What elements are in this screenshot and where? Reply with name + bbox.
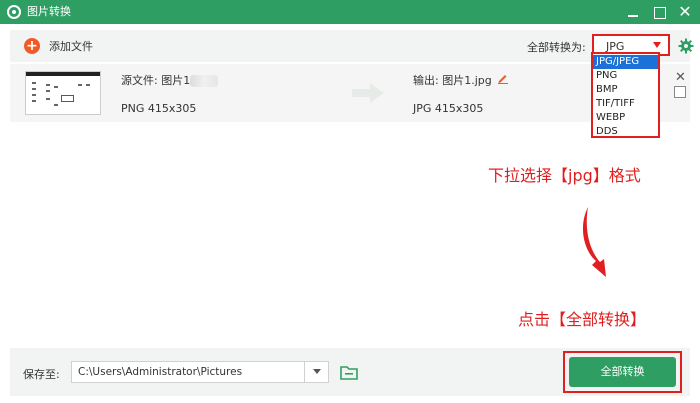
convert-all-highlight: 全部转换 bbox=[563, 351, 682, 393]
plus-icon: + bbox=[24, 38, 40, 54]
chevron-down-icon[interactable] bbox=[304, 361, 329, 383]
format-option-bmp[interactable]: BMP bbox=[593, 83, 658, 97]
format-option-dds[interactable]: DDS bbox=[593, 125, 658, 139]
annotation-arrow-icon bbox=[582, 207, 606, 277]
annotation-click-convert: 点击【全部转换】 bbox=[518, 310, 647, 329]
window-title: 图片转换 bbox=[27, 5, 71, 18]
file-thumbnail bbox=[25, 71, 101, 115]
output-file-name: 输出: 图片1.jpg bbox=[413, 74, 492, 87]
format-dropdown: JPG/JPEG PNG BMP TIF/TIFF WEBP DDS bbox=[591, 52, 660, 138]
format-option-tif[interactable]: TIF/TIFF bbox=[593, 97, 658, 111]
output-file-info: JPG 415x305 bbox=[413, 102, 484, 115]
save-path-value: C:\Users\Administrator\Pictures bbox=[78, 366, 243, 378]
source-file-name: 源文件: 图片1 bbox=[121, 72, 219, 88]
close-button[interactable]: ✕ bbox=[676, 3, 694, 21]
save-path-input[interactable]: C:\Users\Administrator\Pictures bbox=[71, 361, 329, 383]
format-option-jpg[interactable]: JPG/JPEG bbox=[593, 55, 658, 69]
folder-icon[interactable] bbox=[340, 364, 358, 380]
remove-file-button[interactable]: ✕ bbox=[675, 70, 686, 85]
annotation-select-format: 下拉选择【jpg】格式 bbox=[488, 166, 641, 185]
maximize-button[interactable] bbox=[650, 3, 668, 21]
convert-all-button[interactable]: 全部转换 bbox=[569, 357, 676, 387]
source-file-info: PNG 415x305 bbox=[121, 102, 197, 115]
edit-pencil-icon[interactable] bbox=[497, 72, 509, 84]
convert-arrow-icon bbox=[352, 83, 384, 103]
row-checkbox[interactable] bbox=[674, 86, 686, 98]
app-logo-icon bbox=[7, 5, 21, 19]
add-file-button[interactable]: + 添加文件 bbox=[24, 37, 93, 55]
minimize-button[interactable] bbox=[624, 3, 642, 21]
bottom-bar: 保存至: C:\Users\Administrator\Pictures 全部转… bbox=[10, 348, 690, 396]
title-bar: 图片转换 ✕ bbox=[0, 0, 700, 24]
save-to-label: 保存至: bbox=[23, 368, 60, 381]
convert-to-label: 全部转换为: bbox=[527, 41, 586, 54]
add-file-label: 添加文件 bbox=[49, 40, 93, 53]
format-option-png[interactable]: PNG bbox=[593, 69, 658, 83]
gear-icon[interactable] bbox=[678, 38, 694, 54]
toolbar: + 添加文件 全部转换为: JPG bbox=[10, 30, 694, 62]
file-row: 源文件: 图片1 PNG 415x305 输出: 图片1.jpg JPG 415… bbox=[10, 64, 690, 122]
format-option-webp[interactable]: WEBP bbox=[593, 111, 658, 125]
chevron-down-icon bbox=[653, 42, 661, 48]
